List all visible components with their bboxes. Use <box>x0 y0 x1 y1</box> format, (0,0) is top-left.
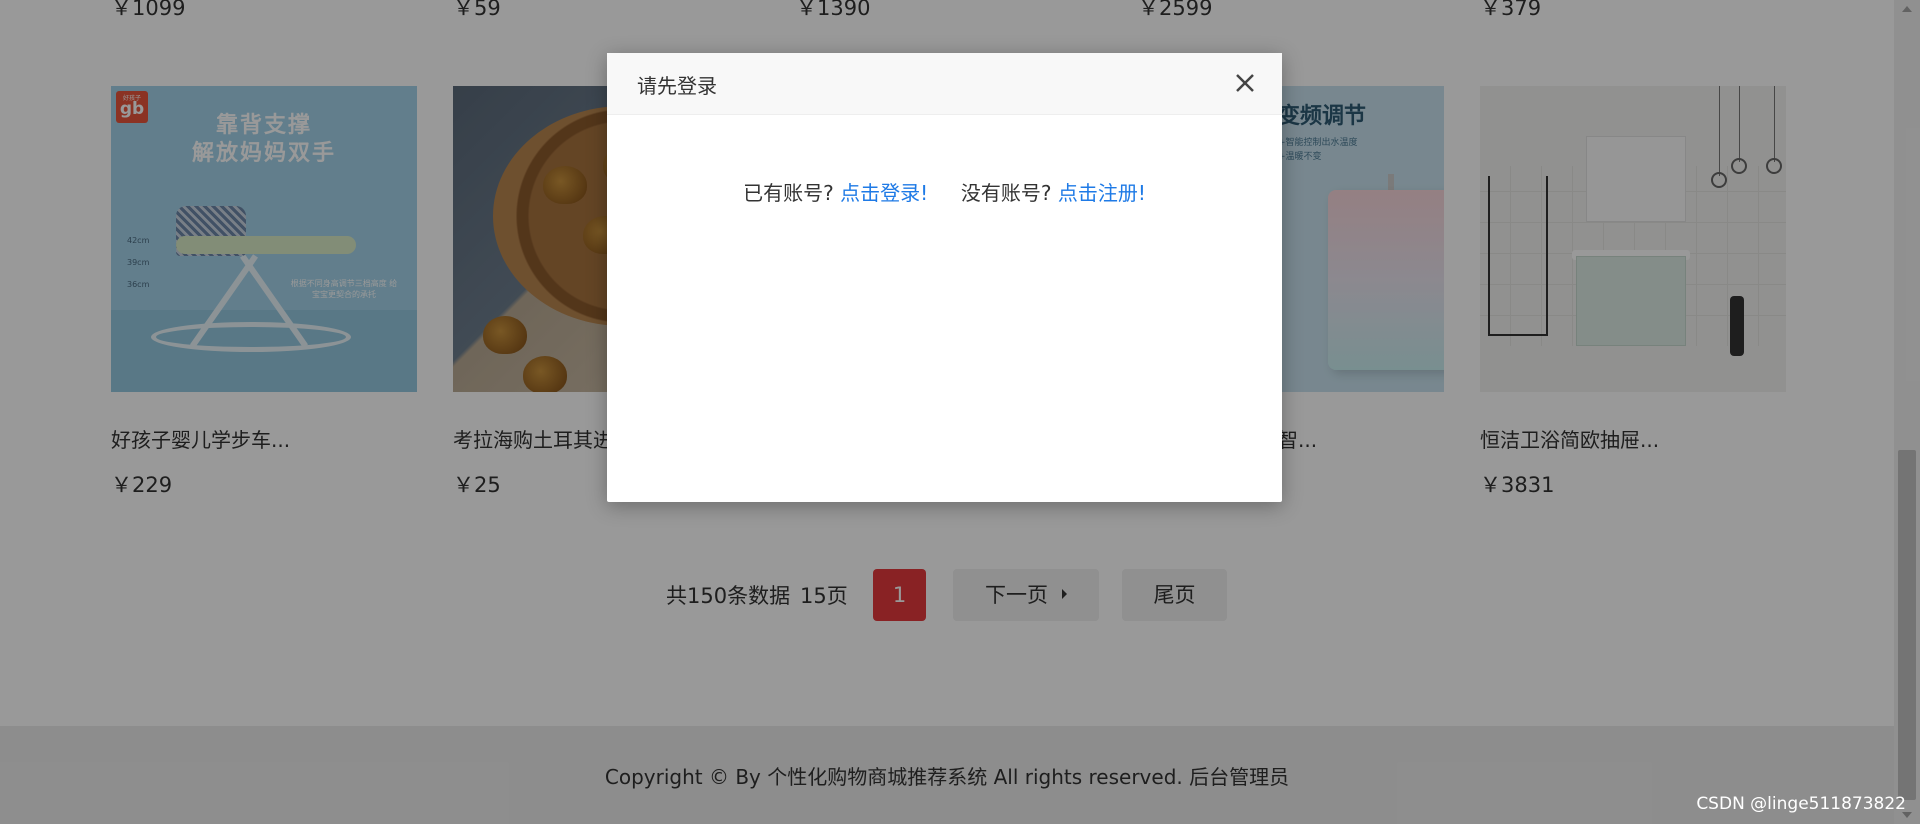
dialog-body: 已有账号? 点击登录! 没有账号? 点击注册! <box>607 177 1282 206</box>
watermark: CSDN @linge511873822 <box>1696 794 1906 814</box>
login-dialog: 请先登录 已有账号? 点击登录! 没有账号? 点击注册! <box>607 53 1282 502</box>
no-account-text: 没有账号? <box>960 181 1052 205</box>
login-link[interactable]: 点击登录! <box>840 181 928 205</box>
register-link[interactable]: 点击注册! <box>1058 181 1146 205</box>
has-account-text: 已有账号? <box>743 181 834 205</box>
close-icon[interactable] <box>1232 70 1258 96</box>
dialog-title: 请先登录 <box>637 74 717 98</box>
dialog-header: 请先登录 <box>607 53 1282 115</box>
